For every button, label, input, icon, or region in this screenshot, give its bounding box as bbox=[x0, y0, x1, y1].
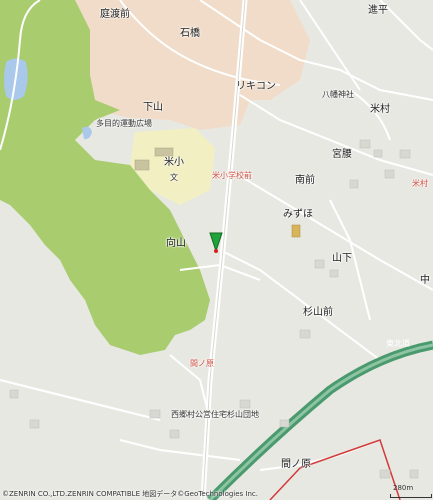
place-label: 米小 bbox=[164, 157, 184, 168]
bus-stop-label: 間ノ原 bbox=[190, 359, 214, 368]
scale-bar bbox=[390, 494, 432, 498]
bus-stop-label: 米小学校前 bbox=[212, 171, 252, 180]
place-label: 下山 bbox=[143, 102, 163, 113]
place-label: リキコン bbox=[236, 81, 276, 92]
place-label: 進平 bbox=[368, 5, 388, 16]
place-label: みずほ bbox=[283, 209, 313, 220]
place-label: 石橋 bbox=[180, 28, 200, 39]
place-label: 向山 bbox=[166, 238, 186, 249]
bank-icon[interactable] bbox=[291, 224, 301, 238]
place-label: 多目的運動広場 bbox=[96, 119, 152, 128]
place-label: 米村 bbox=[370, 104, 390, 115]
place-label: 中 bbox=[420, 275, 430, 286]
place-label: 宮腰 bbox=[332, 149, 352, 160]
bus-stop-label: 米村 bbox=[412, 179, 428, 188]
place-label: 南前 bbox=[295, 175, 315, 186]
scale-label: 280m bbox=[393, 484, 414, 492]
school-symbol-icon: 文 bbox=[170, 173, 178, 182]
place-label: 庭渡前 bbox=[100, 9, 130, 20]
place-label: 杉山前 bbox=[303, 307, 333, 318]
place-label: 山下 bbox=[332, 253, 352, 264]
place-label: 間ノ原 bbox=[281, 459, 311, 470]
map-copyright: ©ZENRIN CO.,LTD.ZENRIN COMPATIBLE 地図データ©… bbox=[2, 490, 259, 498]
place-label: 八幡神社 bbox=[322, 90, 354, 99]
map-pin-icon[interactable] bbox=[209, 229, 223, 255]
highway-label: 東北道 bbox=[386, 339, 410, 348]
place-label: 西郷村公営住宅杉山団地 bbox=[171, 410, 259, 419]
